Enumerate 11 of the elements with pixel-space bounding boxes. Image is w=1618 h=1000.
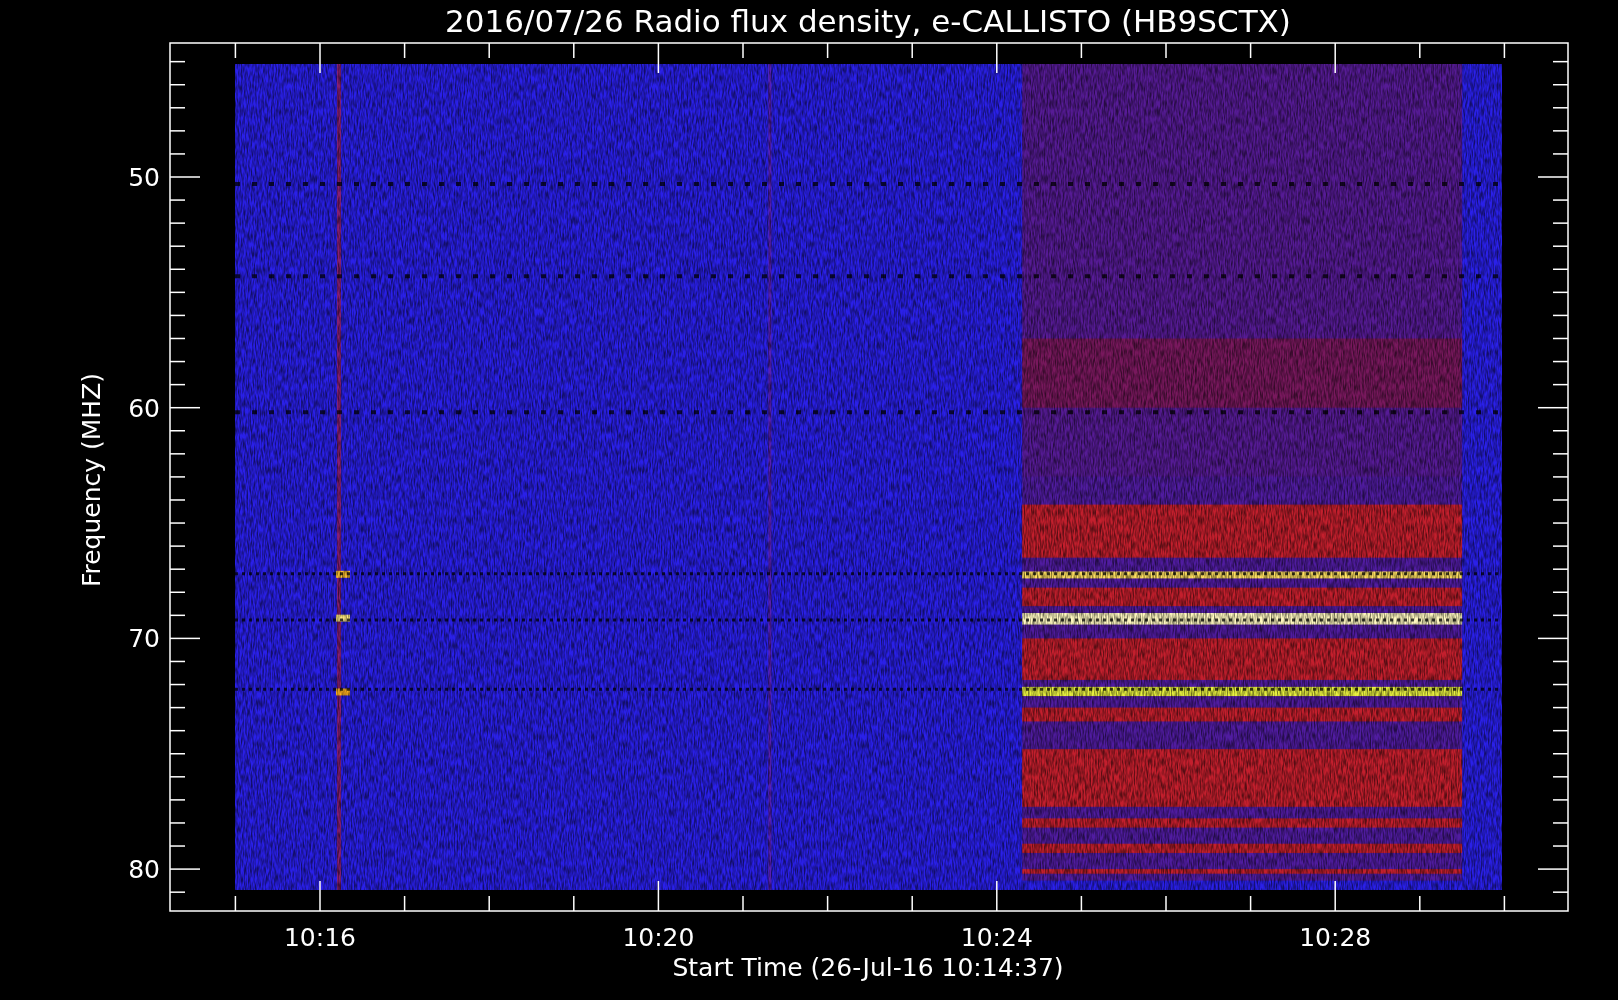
x-tick-label: 10:28 [1299,923,1372,952]
y-tick-label: 50 [128,163,160,192]
x-axis-title: Start Time (26-Jul-16 10:14:37) [672,953,1064,982]
x-tick-label: 10:24 [960,923,1033,952]
y-tick-label: 80 [128,855,160,885]
chart-title: 2016/07/26 Radio flux density, e-CALLISTO (HB9SCTX) [445,3,1291,39]
x-tick-label: 10:16 [284,923,356,952]
x-tick-label: 10:20 [622,923,695,952]
y-tick-label: 60 [128,393,160,423]
y-tick-label: 70 [128,624,160,654]
y-axis-title: Frequency (MHZ) [77,372,106,588]
